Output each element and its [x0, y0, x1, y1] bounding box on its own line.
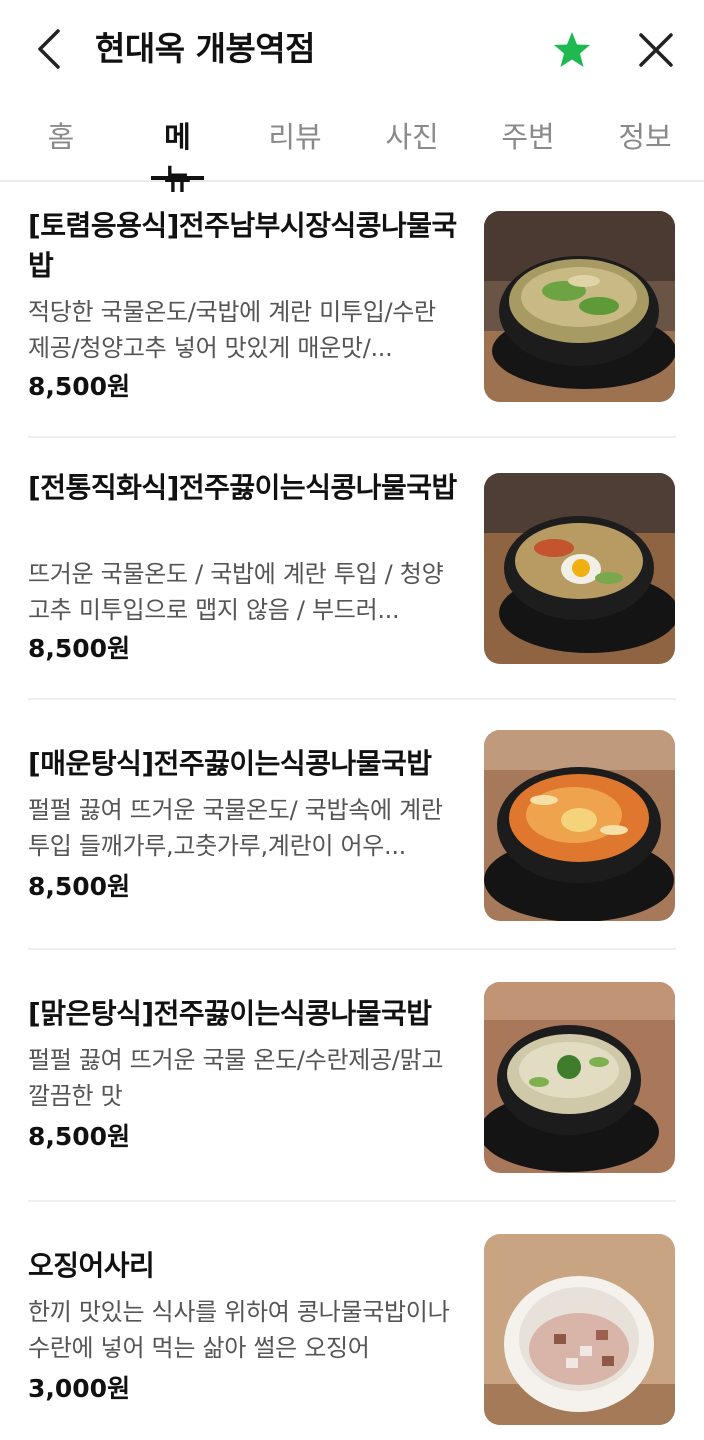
star-icon [554, 32, 590, 67]
menu-item-photo [484, 730, 675, 921]
menu-item-name: [매운탕식]전주끓이는식콩나물국밥 [28, 747, 432, 780]
divider [28, 436, 676, 438]
menu-item[interactable]: [맑은탕식]전주끓이는식콩나물국밥 펄펄 끓여 뜨거운 국물 온도/수란제공/맑… [28, 978, 676, 1202]
menu-item-photo [484, 982, 675, 1173]
menu-item-price: 8,500원 [28, 372, 131, 401]
menu-item-name: [맑은탕식]전주끓이는식콩나물국밥 [28, 997, 432, 1030]
menu-item-description: 펄펄 끓여 뜨거운 국물 온도/수란제공/맑고 깔끔한 맛 [28, 1046, 444, 1110]
menu-item-name: 오징어사리 [28, 1249, 155, 1282]
menu-item-description: 펄펄 끓여 뜨거운 국물온도/ 국밥속에 계란 투입 들깨가루,고춧가루,계란이… [28, 796, 443, 860]
divider [28, 698, 676, 700]
menu-item-price: 8,500원 [28, 634, 131, 663]
close-icon [639, 33, 673, 67]
chevron-left-icon [38, 29, 60, 69]
menu-item[interactable]: [매운탕식]전주끓이는식콩나물국밥 펄펄 끓여 뜨거운 국물온도/ 국밥속에 계… [28, 728, 676, 950]
menu-item[interactable]: [토렴응용식]전주남부시장식콩나물국밥 적당한 국물온도/국밥에 계란 미투입/… [28, 204, 676, 438]
divider [28, 1200, 676, 1202]
menu-item-price: 3,000원 [28, 1374, 131, 1403]
menu-item-description: 적당한 국물온도/국밥에 계란 미투입/수란 제공/청양고추 넣어 맛있게 매운… [28, 298, 436, 362]
tab-bar: 홈 메뉴 리뷰 사진 주변 정보 [0, 98, 704, 196]
menu-item-name: [전통직화식]전주끓이는식콩나물국밥 [28, 471, 457, 504]
menu-item-description: 뜨거운 국물온도 / 국밥에 계란 투입 / 청양고추 미투입으로 맵지 않음 … [28, 560, 444, 624]
favorite-button[interactable] [550, 28, 594, 72]
menu-item-price: 8,500원 [28, 1122, 131, 1151]
close-button[interactable] [634, 28, 678, 72]
tab-photos[interactable]: 사진 [383, 116, 441, 180]
tab-reviews[interactable]: 리뷰 [266, 116, 324, 180]
page-title: 현대옥 개봉역점 [95, 29, 316, 68]
menu-item[interactable]: [전통직화식]전주끓이는식콩나물국밥 뜨거운 국물온도 / 국밥에 계란 투입 … [28, 466, 676, 700]
menu-item-description: 한끼 맛있는 식사를 위하여 콩나물국밥이나 수란에 넣어 먹는 삶아 썰은 오… [28, 1298, 450, 1362]
back-button[interactable] [28, 26, 68, 72]
menu-item-photo [484, 1234, 675, 1425]
divider [28, 948, 676, 950]
menu-item[interactable]: 오징어사리 한끼 맛있는 식사를 위하여 콩나물국밥이나 수란에 넣어 먹는 삶… [28, 1230, 676, 1440]
top-bar: 현대옥 개봉역점 [0, 0, 704, 98]
tab-home[interactable]: 홈 [40, 116, 82, 180]
menu-item-price: 8,500원 [28, 872, 131, 901]
menu-item-photo [484, 211, 675, 402]
tab-info[interactable]: 정보 [616, 116, 674, 180]
tab-menu[interactable]: 메뉴 [151, 116, 204, 196]
menu-item-photo [484, 473, 675, 664]
menu-item-name: [토렴응용식]전주남부시장식콩나물국밥 [28, 209, 457, 282]
tab-nearby[interactable]: 주변 [499, 116, 557, 180]
